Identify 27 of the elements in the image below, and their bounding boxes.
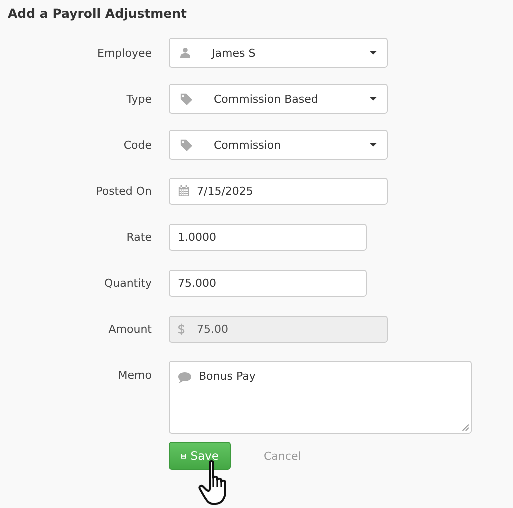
field-label: Type [126, 92, 153, 106]
form-title: Add a Payroll Adjustment [8, 6, 188, 23]
field-label: Amount [108, 322, 153, 336]
speech-bubble-icon [178, 372, 192, 384]
input-field[interactable]: 1.0000 [169, 224, 367, 250]
caret-icon [370, 51, 377, 55]
date-field[interactable]: 7/15/2025 [169, 178, 388, 204]
tag-icon [180, 138, 193, 152]
field-label: Posted On [95, 184, 153, 198]
field-label: Rate [126, 230, 153, 244]
calendar-icon [178, 185, 190, 197]
caret-icon [370, 97, 377, 101]
dollar-icon [178, 322, 185, 336]
dropdown[interactable]: Commission Based [169, 84, 388, 114]
field-label: Memo [117, 368, 153, 382]
dropdown[interactable]: James S [169, 38, 388, 68]
resize-grip-icon[interactable] [462, 424, 469, 431]
input-field[interactable]: 75.000 [169, 270, 367, 296]
field-label: Employee [96, 46, 153, 60]
input-field: 75.00 [169, 316, 388, 342]
person-icon [180, 47, 191, 59]
field-label: Code [122, 138, 153, 152]
tag-icon [180, 92, 193, 106]
caret-icon [370, 143, 377, 147]
memo-field[interactable]: Bonus Pay [169, 361, 472, 434]
field-label: Quantity [103, 276, 153, 290]
dropdown[interactable]: Commission [169, 130, 388, 160]
